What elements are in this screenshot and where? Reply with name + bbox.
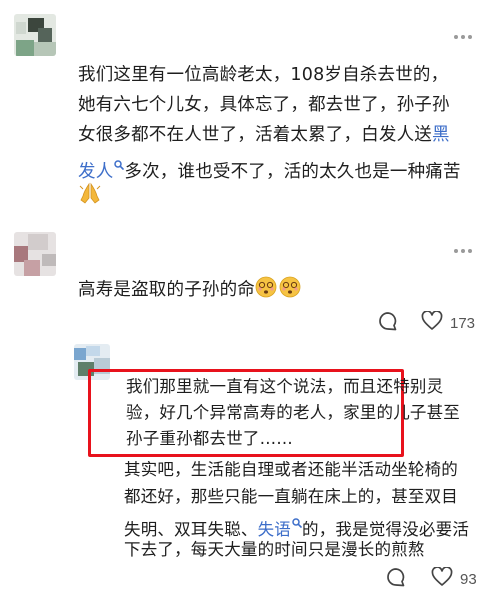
comment-icon[interactable] <box>385 566 407 592</box>
comment-line: 我们这里有一位高龄老太，108岁自杀去世的， <box>78 65 449 85</box>
reply-text: 其实吧，生活能自理或者还能半活动坐轮椅的 都还好，那些只能一直躺在床上的，甚至双… <box>124 457 469 563</box>
like-count: 93 <box>460 570 477 588</box>
reply-line: 验，好几个异常高寿的老人，家里的儿子甚至 <box>126 403 460 422</box>
search-icon[interactable] <box>292 510 302 537</box>
topic-link[interactable]: 发人 <box>78 162 113 182</box>
reply-line: 我们那里就一直有这个说法，而且还特别灵 <box>126 377 444 396</box>
comment-line: 多次，谁也受不了，活的太久也是一种痛苦 <box>124 162 461 182</box>
reply-text: 我们那里就一直有这个说法，而且还特别灵 验，好几个异常高寿的老人，家里的儿子甚至… <box>126 374 460 452</box>
comment-icon[interactable] <box>377 310 399 336</box>
comment-actions: 173 <box>377 310 475 336</box>
comment-line: 她有六七个儿女，具体忘了，都去世了，孙子孙 <box>78 95 450 115</box>
search-icon[interactable] <box>114 150 125 180</box>
heart-icon[interactable] <box>421 310 443 335</box>
reply-line: 其实吧，生活能自理或者还能半活动坐轮椅的 <box>124 460 458 479</box>
pray-hands-icon <box>78 182 102 214</box>
more-options-icon[interactable] <box>454 35 472 39</box>
reply-line: 都还好，那些只能一直躺在床上的，甚至双目 <box>124 486 458 506</box>
like-count: 173 <box>450 314 476 332</box>
comment-line: 女很多都不在人世了，活着太累了，白发人送 <box>78 125 432 145</box>
avatar[interactable] <box>14 232 56 276</box>
comment-line: 高寿是盗取的子孙的命 <box>78 280 255 300</box>
topic-link[interactable]: 黑 <box>432 125 450 145</box>
dizzy-face-icon <box>255 275 303 309</box>
comment-text: 高寿是盗取的子孙的命 <box>78 275 303 305</box>
comment-text: 我们这里有一位高龄老太，108岁自杀去世的， 她有六七个儿女，具体忘了，都去世了… <box>78 60 461 210</box>
heart-icon[interactable] <box>431 566 453 591</box>
avatar[interactable] <box>14 14 56 56</box>
more-options-icon[interactable] <box>454 249 472 253</box>
reply-actions: 93 <box>385 566 477 592</box>
reply-line: 孙子重孙都去世了…… <box>126 429 293 448</box>
